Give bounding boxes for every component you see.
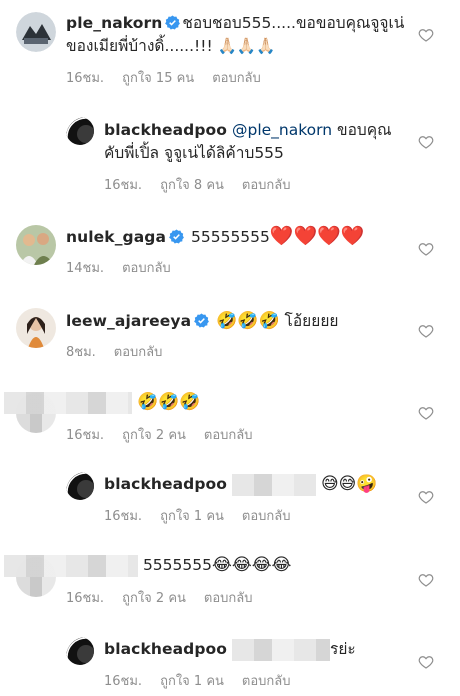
heart-emojis: ❤️❤️❤️❤️: [269, 225, 365, 247]
verified-badge-icon: [169, 229, 184, 244]
like-count[interactable]: ถูกใจ 8 คน: [160, 178, 224, 193]
avatar[interactable]: [16, 225, 56, 265]
comment-meta: 16ชม. ถูกใจ 1 คน ตอบกลับ: [104, 670, 309, 691]
comment-text: blackheadpoo 😅😅🤪: [104, 473, 424, 496]
avatar[interactable]: [16, 308, 56, 348]
heart-outline-icon[interactable]: [418, 27, 434, 43]
avatar[interactable]: [66, 472, 94, 500]
comment-body: รย่ะ: [330, 640, 356, 658]
heart-outline-icon[interactable]: [418, 405, 434, 421]
redacted-mention: [232, 473, 316, 496]
comment-emojis: 😂😂😂😂: [211, 555, 292, 575]
heart-outline-icon[interactable]: [418, 572, 434, 588]
comment-time: 16ชม.: [104, 178, 143, 193]
reply-button[interactable]: ตอบกลับ: [114, 345, 163, 360]
comment-meta: 8ชม. ตอบกลับ: [66, 341, 180, 362]
comment-body: 5555555: [142, 556, 212, 574]
heart-outline-icon[interactable]: [418, 241, 434, 257]
comment-time: 16ชม.: [66, 428, 105, 443]
comment-meta: 16ชม. ถูกใจ 15 คน ตอบกลับ: [66, 67, 279, 88]
comment-time: 16ชม.: [104, 509, 143, 524]
verified-badge-icon: [194, 313, 210, 328]
like-count[interactable]: ถูกใจ 15 คน: [122, 71, 194, 86]
like-count[interactable]: ถูกใจ 2 คน: [122, 428, 186, 443]
username[interactable]: blackheadpoo: [104, 475, 227, 493]
reply-button[interactable]: ตอบกลับ: [204, 428, 253, 443]
comment-time: 8ชม.: [66, 345, 96, 360]
comment-text: nulek_gaga 55555555❤️❤️❤️❤️: [66, 225, 406, 249]
username[interactable]: leew_ajareeya: [66, 312, 191, 330]
reply-button[interactable]: ตอบกลับ: [204, 591, 253, 606]
comment-time: 16ชม.: [66, 71, 105, 86]
reply-button[interactable]: ตอบกลับ: [242, 674, 291, 689]
avatar[interactable]: [66, 637, 94, 665]
reply-button[interactable]: ตอบกลับ: [242, 509, 291, 524]
comment-text: blackheadpoo @ple_nakorn ขอบคุณคับพี่เปิ…: [104, 119, 409, 165]
like-count[interactable]: ถูกใจ 1 คน: [160, 509, 224, 524]
comment-text: leew_ajareeya 🤣🤣🤣 โอ้ยยยย: [66, 310, 406, 333]
comment-meta: 16ชม. ถูกใจ 8 คน ตอบกลับ: [104, 174, 309, 195]
comment-time: 16ชม.: [66, 591, 105, 606]
reply-button[interactable]: ตอบกลับ: [212, 71, 261, 86]
username[interactable]: blackheadpoo: [104, 640, 227, 658]
comment-emojis: 🤣🤣🤣: [216, 311, 280, 331]
heart-outline-icon[interactable]: [418, 654, 434, 670]
comment-meta: 16ชม. ถูกใจ 2 คน ตอบกลับ: [66, 587, 271, 608]
comment-meta: 16ชม. ถูกใจ 1 คน ตอบกลับ: [104, 505, 309, 526]
comment-emojis: 🤣🤣🤣: [136, 392, 201, 412]
reply-button[interactable]: ตอบกลับ: [242, 178, 291, 193]
comment-body: 55555555: [191, 228, 270, 246]
verified-badge-icon: [165, 15, 181, 30]
heart-outline-icon[interactable]: [418, 323, 434, 339]
comment-text: ple_nakorn ชอบชอบ555.....ขอขอบคุณจูจูเน่ข…: [66, 12, 406, 58]
redacted-username: [4, 391, 132, 414]
avatar[interactable]: [16, 12, 56, 52]
comment-meta: 14ชม. ตอบกลับ: [66, 257, 189, 278]
username[interactable]: ple_nakorn: [66, 14, 162, 32]
like-count[interactable]: ถูกใจ 1 คน: [160, 674, 224, 689]
comment-time: 14ชม.: [66, 261, 105, 276]
like-count[interactable]: ถูกใจ 2 คน: [122, 591, 186, 606]
avatar[interactable]: [66, 117, 94, 145]
redacted-mention: [232, 638, 330, 661]
comment-meta: 16ชม. ถูกใจ 2 คน ตอบกลับ: [66, 424, 271, 445]
redacted-username: [4, 554, 138, 577]
username[interactable]: nulek_gaga: [66, 228, 166, 246]
username[interactable]: blackheadpoo: [104, 121, 227, 139]
comment-text: 🤣🤣🤣: [4, 391, 404, 414]
mention-link[interactable]: @ple_nakorn: [232, 121, 332, 139]
heart-outline-icon[interactable]: [418, 134, 434, 150]
comment-time: 16ชม.: [104, 674, 143, 689]
comment-text: blackheadpoo รย่ะ: [104, 638, 424, 661]
heart-outline-icon[interactable]: [418, 489, 434, 505]
reply-button[interactable]: ตอบกลับ: [122, 261, 171, 276]
comment-text: 5555555😂😂😂😂: [4, 554, 404, 577]
comment-emojis: 😅😅🤪: [320, 474, 378, 494]
comment-body: โอ้ยยยย: [279, 312, 339, 330]
